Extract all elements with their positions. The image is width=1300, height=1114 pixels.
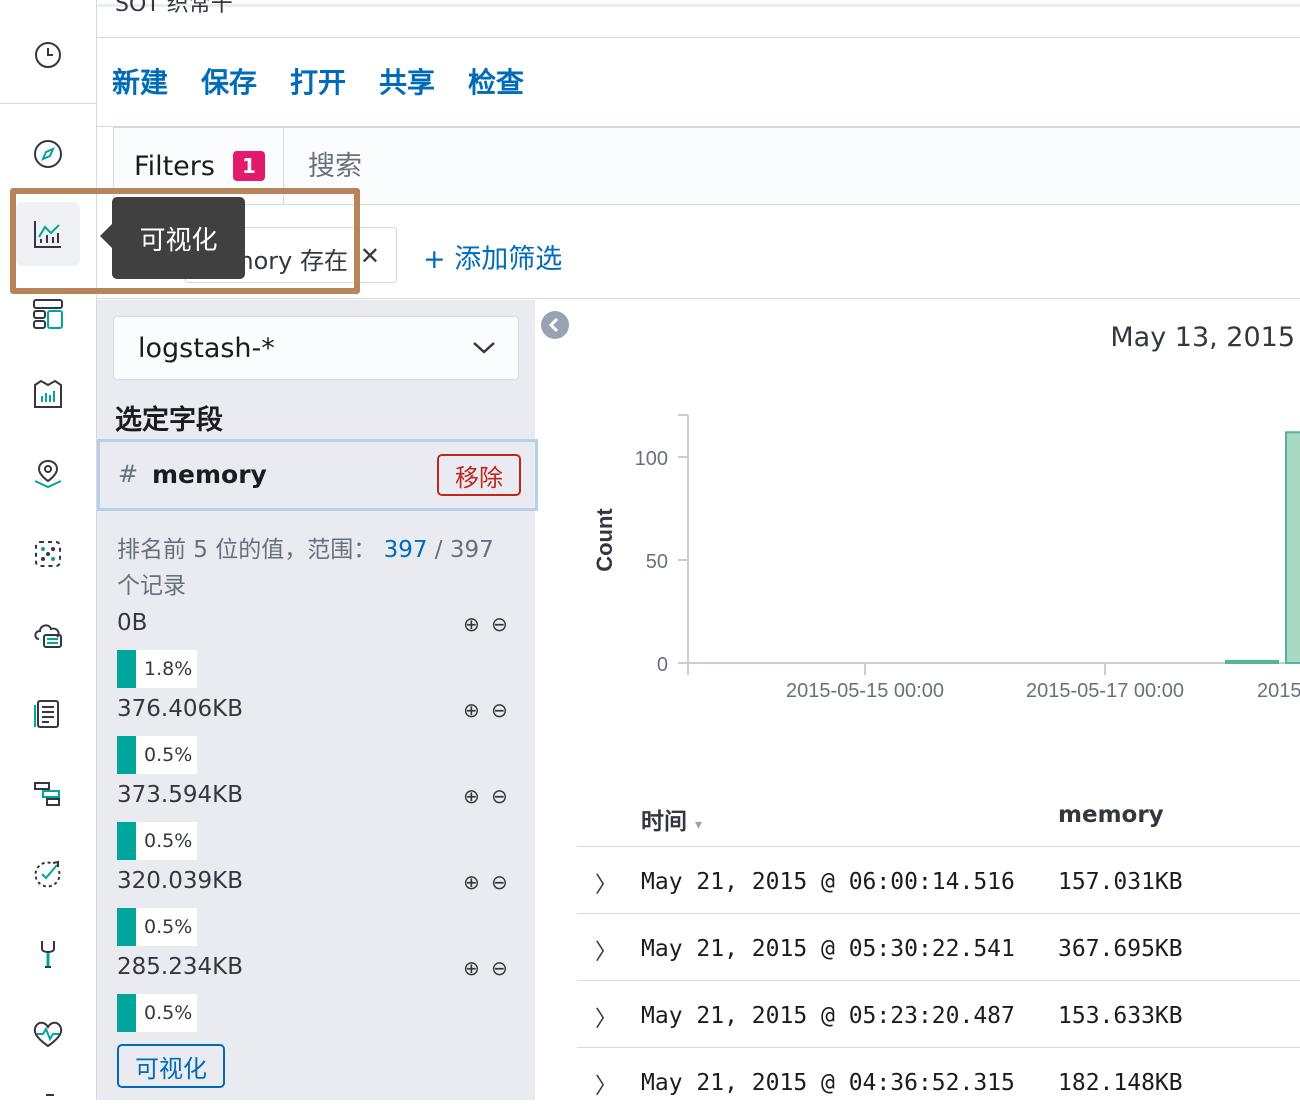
y-axis-label: Count (592, 508, 617, 572)
top-header: SOT 织常干 (97, 0, 1300, 38)
index-pattern-select[interactable]: logstash-* (113, 316, 519, 380)
chevron-right-icon[interactable]: 〉 (595, 1001, 617, 1033)
clock-icon[interactable] (16, 23, 80, 87)
zoom-out-icon[interactable]: ⊖ (491, 956, 508, 980)
maps-icon[interactable] (16, 442, 80, 506)
menu-save[interactable]: 保存 (201, 61, 257, 101)
chevron-right-icon[interactable]: 〉 (595, 934, 617, 966)
collapse-sidebar-button[interactable] (541, 311, 569, 339)
cut-title: SOT 织常干 (115, 0, 233, 17)
top-value-item: 320.039KB ⊕ ⊖ 0.5% (117, 868, 517, 954)
x-tick-label: 2015 (1257, 680, 1300, 702)
canvas-icon[interactable] (16, 362, 80, 426)
time-column-header[interactable]: 时间 ▾ (641, 802, 702, 836)
zoom-in-icon[interactable]: ⊕ (463, 784, 480, 808)
table-row[interactable]: 〉 May 21, 2015 @ 05:23:20.487 153.633KB (577, 980, 1300, 1047)
zoom-out-icon[interactable]: ⊖ (491, 698, 508, 722)
zoom-out-icon[interactable]: ⊖ (491, 870, 508, 894)
chevron-down-icon (473, 342, 495, 354)
y-tick-label: 50 (646, 551, 668, 573)
zoom-out-icon[interactable]: ⊖ (491, 784, 508, 808)
table-row[interactable]: 〉 May 21, 2015 @ 06:00:14.516 157.031KB (577, 846, 1300, 913)
sort-down-icon[interactable]: ▾ (695, 817, 702, 833)
visualize-button[interactable]: 可视化 (117, 1044, 225, 1088)
histogram-chart: Count 100 50 0 2015-05-15 00:00 2015-05-… (592, 414, 1300, 702)
chevron-left-icon (548, 317, 559, 333)
table-row[interactable]: 〉 May 21, 2015 @ 05:30:22.541 367.695KB (577, 913, 1300, 980)
zoom-in-icon[interactable]: ⊕ (463, 698, 480, 722)
zoom-in-icon[interactable]: ⊕ (463, 870, 480, 894)
field-sidebar: logstash-* 选定字段 # memory 移除 排名前 5 位的值，范围… (97, 300, 538, 1100)
top-values-count-link[interactable]: 397 (384, 537, 428, 563)
uptime-icon[interactable] (16, 842, 80, 906)
histogram-bar[interactable] (1285, 431, 1300, 664)
zoom-in-icon[interactable]: ⊕ (463, 612, 480, 636)
value-progress-bar: 0.5% (117, 908, 197, 946)
logs-icon[interactable] (16, 682, 80, 746)
histogram-bar[interactable] (1225, 659, 1279, 665)
menu-share[interactable]: 共享 (379, 61, 435, 101)
menu-inspect[interactable]: 检查 (468, 61, 524, 101)
highlight-box (10, 188, 360, 294)
field-name: memory (152, 460, 267, 489)
top-value-item: 285.234KB ⊕ ⊖ 0.5% (117, 954, 517, 1040)
x-tick-label: 2015-05-15 00:00 (786, 680, 944, 702)
menu-open[interactable]: 打开 (290, 61, 346, 101)
devtools-icon[interactable] (16, 922, 80, 986)
apm-icon[interactable] (16, 762, 80, 826)
infra-icon[interactable] (16, 602, 80, 666)
value-progress-bar: 0.5% (117, 736, 197, 774)
value-progress-bar: 0.5% (117, 994, 197, 1032)
chevron-right-icon[interactable]: 〉 (595, 1068, 617, 1100)
top-value-item: 0B ⊕ ⊖ 1.8% (117, 610, 517, 696)
memory-column-header[interactable]: memory (1058, 802, 1164, 828)
menu-new[interactable]: 新建 (112, 61, 168, 101)
value-progress-bar: 1.8% (117, 650, 197, 688)
filters-count-badge: 1 (232, 151, 265, 181)
selected-fields-title: 选定字段 (115, 405, 223, 436)
y-tick-label: 0 (657, 654, 668, 676)
remove-field-button[interactable]: 移除 (437, 454, 521, 496)
ml-icon[interactable] (16, 522, 80, 586)
close-icon[interactable]: ✕ (360, 242, 380, 270)
zoom-in-icon[interactable]: ⊕ (463, 956, 480, 980)
zoom-out-icon[interactable]: ⊖ (491, 612, 508, 636)
top-values-summary: 排名前 5 位的值，范围： 397 / 397 (117, 537, 494, 563)
top-value-item: 373.594KB ⊕ ⊖ 0.5% (117, 782, 517, 868)
histogram-bars (1225, 431, 1300, 665)
x-tick-label: 2015-05-17 00:00 (1026, 680, 1184, 702)
chart-date-label: May 13, 2015 (1110, 322, 1295, 353)
field-item-memory[interactable]: # memory 移除 (97, 439, 538, 511)
search-input[interactable] (286, 128, 1286, 204)
table-row[interactable]: 〉 May 21, 2015 @ 04:36:52.315 182.148KB (577, 1047, 1300, 1114)
value-progress-bar: 0.5% (117, 822, 197, 860)
side-nav (0, 0, 97, 1100)
number-type-icon: # (118, 460, 139, 488)
filters-label: Filters (134, 150, 215, 182)
top-value-item: 376.406KB ⊕ ⊖ 0.5% (117, 696, 517, 782)
chevron-right-icon[interactable]: 〉 (595, 867, 617, 899)
monitoring-icon[interactable] (16, 1002, 80, 1066)
y-tick-label: 100 (635, 448, 668, 470)
top-values-suffix: 个记录 (117, 573, 186, 599)
compass-icon[interactable] (16, 122, 80, 186)
index-pattern-value: logstash-* (138, 332, 275, 364)
top-menu: 新建 保存 打开 共享 检查 (97, 39, 1300, 127)
add-filter-link[interactable]: + 添加筛选 (423, 237, 562, 276)
